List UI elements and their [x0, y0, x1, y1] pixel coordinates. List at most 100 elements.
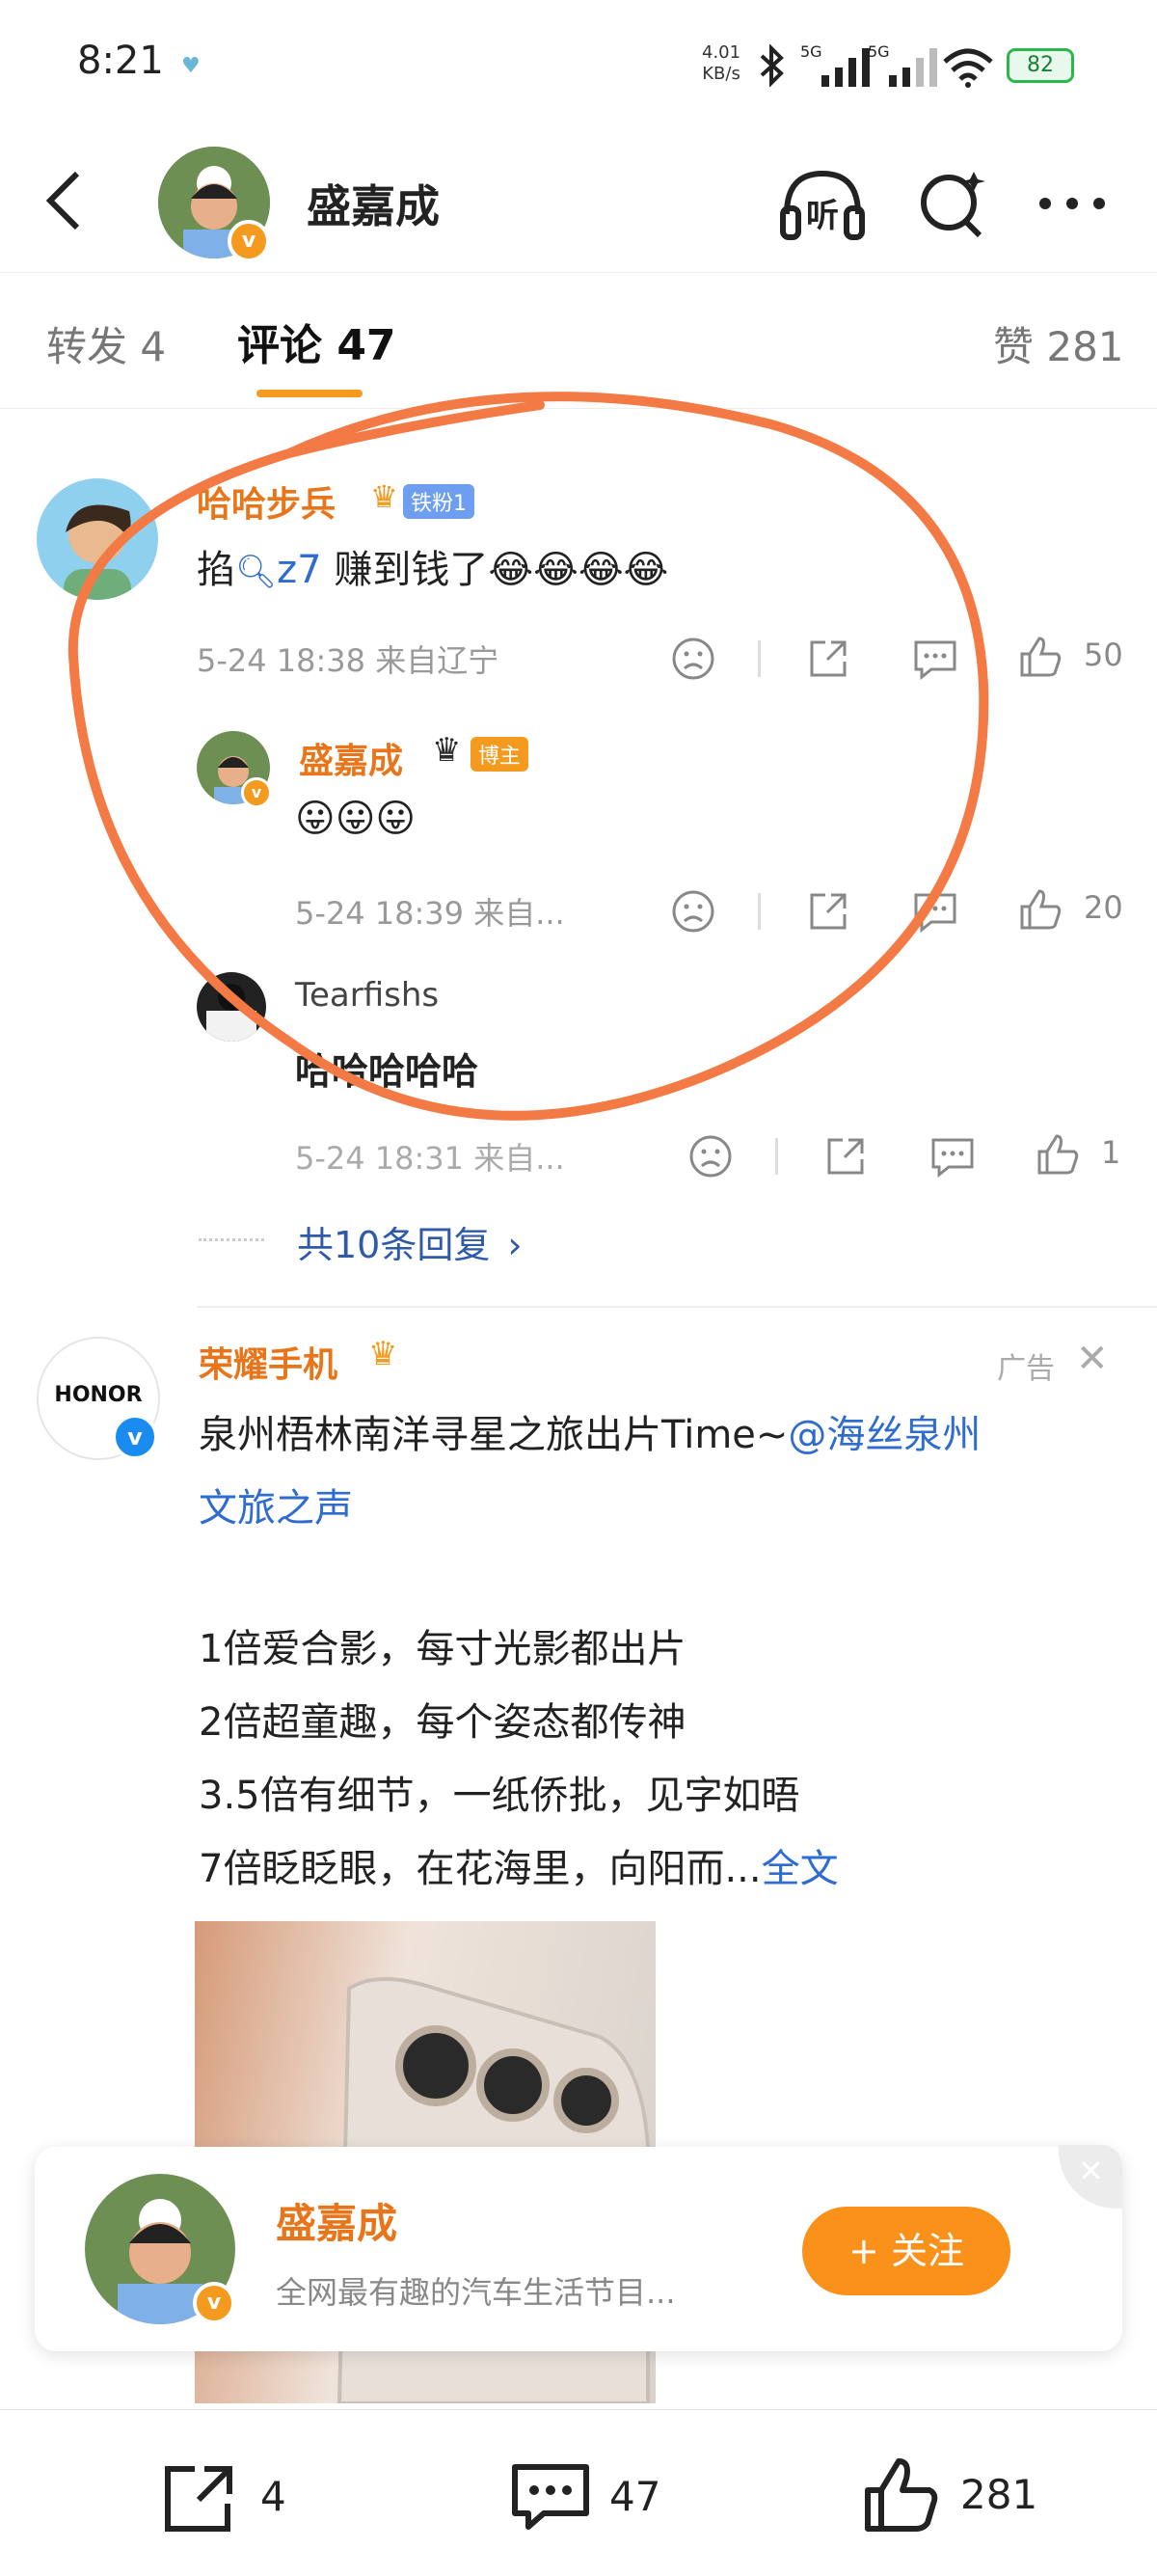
bottom-comment-button[interactable]: 47: [509, 2459, 702, 2536]
search-term-link[interactable]: 🔍︎z7: [235, 548, 322, 592]
reply-meta: 5-24 18:31 来自...: [295, 1140, 565, 1177]
reply-meta: 5-24 18:39 来自...: [295, 895, 565, 932]
ad-label: 广告: [997, 1352, 1055, 1386]
bottom-repost-button[interactable]: 4: [160, 2459, 314, 2536]
like-button[interactable]: [1016, 633, 1064, 685]
reply-avatar[interactable]: [197, 972, 266, 1042]
annotation-circle: [67, 392, 989, 1121]
follow-card-desc: 全网最有趣的汽车生活节目...: [276, 2274, 676, 2311]
comment-text-post: 赚到钱了😂😂😂😂: [321, 548, 669, 592]
status-bar: 8:21 ♥ 4.01 KB/s 5G 5G 82: [0, 0, 1157, 135]
share-icon: [810, 893, 847, 930]
follow-card-name[interactable]: 盛嘉成: [276, 2191, 397, 2250]
ad-text-pre: 泉州梧林南洋寻星之旅出片Time~: [199, 1413, 789, 1457]
repost-button[interactable]: [804, 635, 852, 687]
action-divider: [758, 893, 761, 930]
frown-face-icon: [689, 1135, 732, 1178]
bottom-like-button[interactable]: 281: [860, 2455, 1053, 2536]
dislike-button[interactable]: [669, 887, 717, 939]
chevron-left-icon: [45, 171, 80, 230]
bottom-comment-count: 47: [609, 2473, 661, 2520]
share-icon: [165, 2466, 232, 2532]
tab-bar: [0, 272, 1157, 409]
status-time: 8:21: [77, 39, 164, 83]
verified-badge-icon: v: [112, 1414, 158, 1460]
close-icon: ✕: [1078, 2153, 1104, 2189]
section-divider: [197, 1306, 1157, 1308]
like-count: 20: [1084, 889, 1123, 926]
close-ad-button[interactable]: ✕: [1076, 1337, 1109, 1381]
tab-active-indicator: [256, 390, 363, 397]
search-icon: 🔍︎: [235, 553, 278, 591]
reply-button[interactable]: [910, 635, 960, 687]
repost-button[interactable]: [804, 887, 852, 939]
share-icon: [827, 1138, 864, 1175]
ad-username[interactable]: 荣耀手机: [199, 1337, 337, 1387]
back-button[interactable]: [37, 162, 94, 239]
comment-meta: 5-24 18:38 来自辽宁: [197, 642, 499, 679]
comment-text-pre: 掐: [197, 548, 235, 592]
tab-comments[interactable]: 评论 47: [237, 311, 396, 372]
crown-icon: ♛: [432, 731, 462, 770]
header-title: 盛嘉成: [307, 180, 440, 232]
thumbs-up-icon: [865, 2458, 938, 2532]
search-term: z7: [277, 548, 322, 592]
full-text-link[interactable]: 全文: [762, 1847, 839, 1891]
tab-repost[interactable]: 转发 4: [46, 314, 166, 373]
search-button[interactable]: [916, 166, 993, 243]
reply-username[interactable]: Tearfishs: [295, 976, 439, 1015]
reply-username[interactable]: 盛嘉成: [299, 733, 403, 783]
verified-badge-icon: v: [228, 220, 270, 262]
comment-bubble-icon: [512, 2464, 589, 2530]
comment-bubble-icon: [914, 640, 956, 681]
crown-icon: ♛: [370, 478, 398, 515]
like-button[interactable]: [1034, 1130, 1082, 1182]
like-button[interactable]: [1016, 885, 1064, 937]
comment-bubble-icon: [914, 893, 956, 934]
comment-bubble-icon: [931, 1138, 974, 1179]
crown-icon: ♛: [368, 1335, 398, 1373]
reply-text: 哈哈哈哈哈: [295, 1050, 479, 1093]
more-replies-link[interactable]: 共10条回复 ›: [297, 1215, 523, 1268]
bottom-like-count: 281: [960, 2471, 1038, 2518]
battery-indicator: 82: [1007, 48, 1074, 83]
action-divider: [758, 640, 761, 677]
thumbs-up-icon: [1020, 889, 1062, 930]
listen-label: 听: [806, 197, 839, 235]
chevron-right-icon: ›: [507, 1224, 523, 1266]
verified-badge-icon: v: [193, 2282, 235, 2324]
tab-likes[interactable]: 赞 281: [993, 314, 1124, 373]
close-icon: ✕: [1076, 1337, 1109, 1381]
reply-button[interactable]: [928, 1132, 978, 1184]
wifi-icon: [941, 46, 995, 93]
mention-link[interactable]: @海丝泉州: [788, 1413, 981, 1457]
follow-button[interactable]: + 关注: [802, 2207, 1010, 2295]
comment-avatar[interactable]: [37, 478, 158, 600]
bottom-repost-count: 4: [260, 2473, 286, 2520]
listen-button[interactable]: 听: [777, 166, 868, 243]
ad-text-p1: 1倍爱合影，每寸光影都出片: [199, 1627, 686, 1671]
dislike-button[interactable]: [686, 1132, 735, 1184]
fan-badge: 铁粉1: [403, 484, 474, 519]
thumbs-up-icon: [1020, 637, 1062, 677]
comment-username[interactable]: 哈哈步兵: [197, 476, 336, 527]
net-speed-unit: KB/s: [702, 64, 740, 84]
ad-text-p4-pre: 7倍眨眨眼，在花海里，向阳而...: [199, 1847, 762, 1891]
share-icon: [810, 640, 847, 677]
more-button[interactable]: [1036, 179, 1113, 228]
reply-button[interactable]: [910, 887, 960, 939]
dotted-rule: [199, 1238, 264, 1241]
action-divider: [775, 1138, 778, 1175]
comment-text: 掐🔍︎z7 赚到钱了😂😂😂😂: [197, 538, 668, 594]
ad-text-p3: 3.5倍有细节，一纸侨批，见字如晤: [199, 1774, 800, 1818]
ad-text-p2: 2倍超童趣，每个姿态都传神: [199, 1700, 686, 1745]
more-dots-icon: [1039, 198, 1105, 209]
dislike-button[interactable]: [669, 635, 717, 687]
verified-badge-icon: v: [241, 777, 272, 808]
notification-icon: ♥: [181, 54, 201, 78]
blogger-badge: 博主: [471, 737, 529, 772]
mention-link-cont[interactable]: 文旅之声: [199, 1472, 353, 1545]
like-count: 50: [1084, 637, 1123, 673]
repost-button[interactable]: [821, 1132, 870, 1184]
thumbs-up-icon: [1037, 1134, 1079, 1175]
